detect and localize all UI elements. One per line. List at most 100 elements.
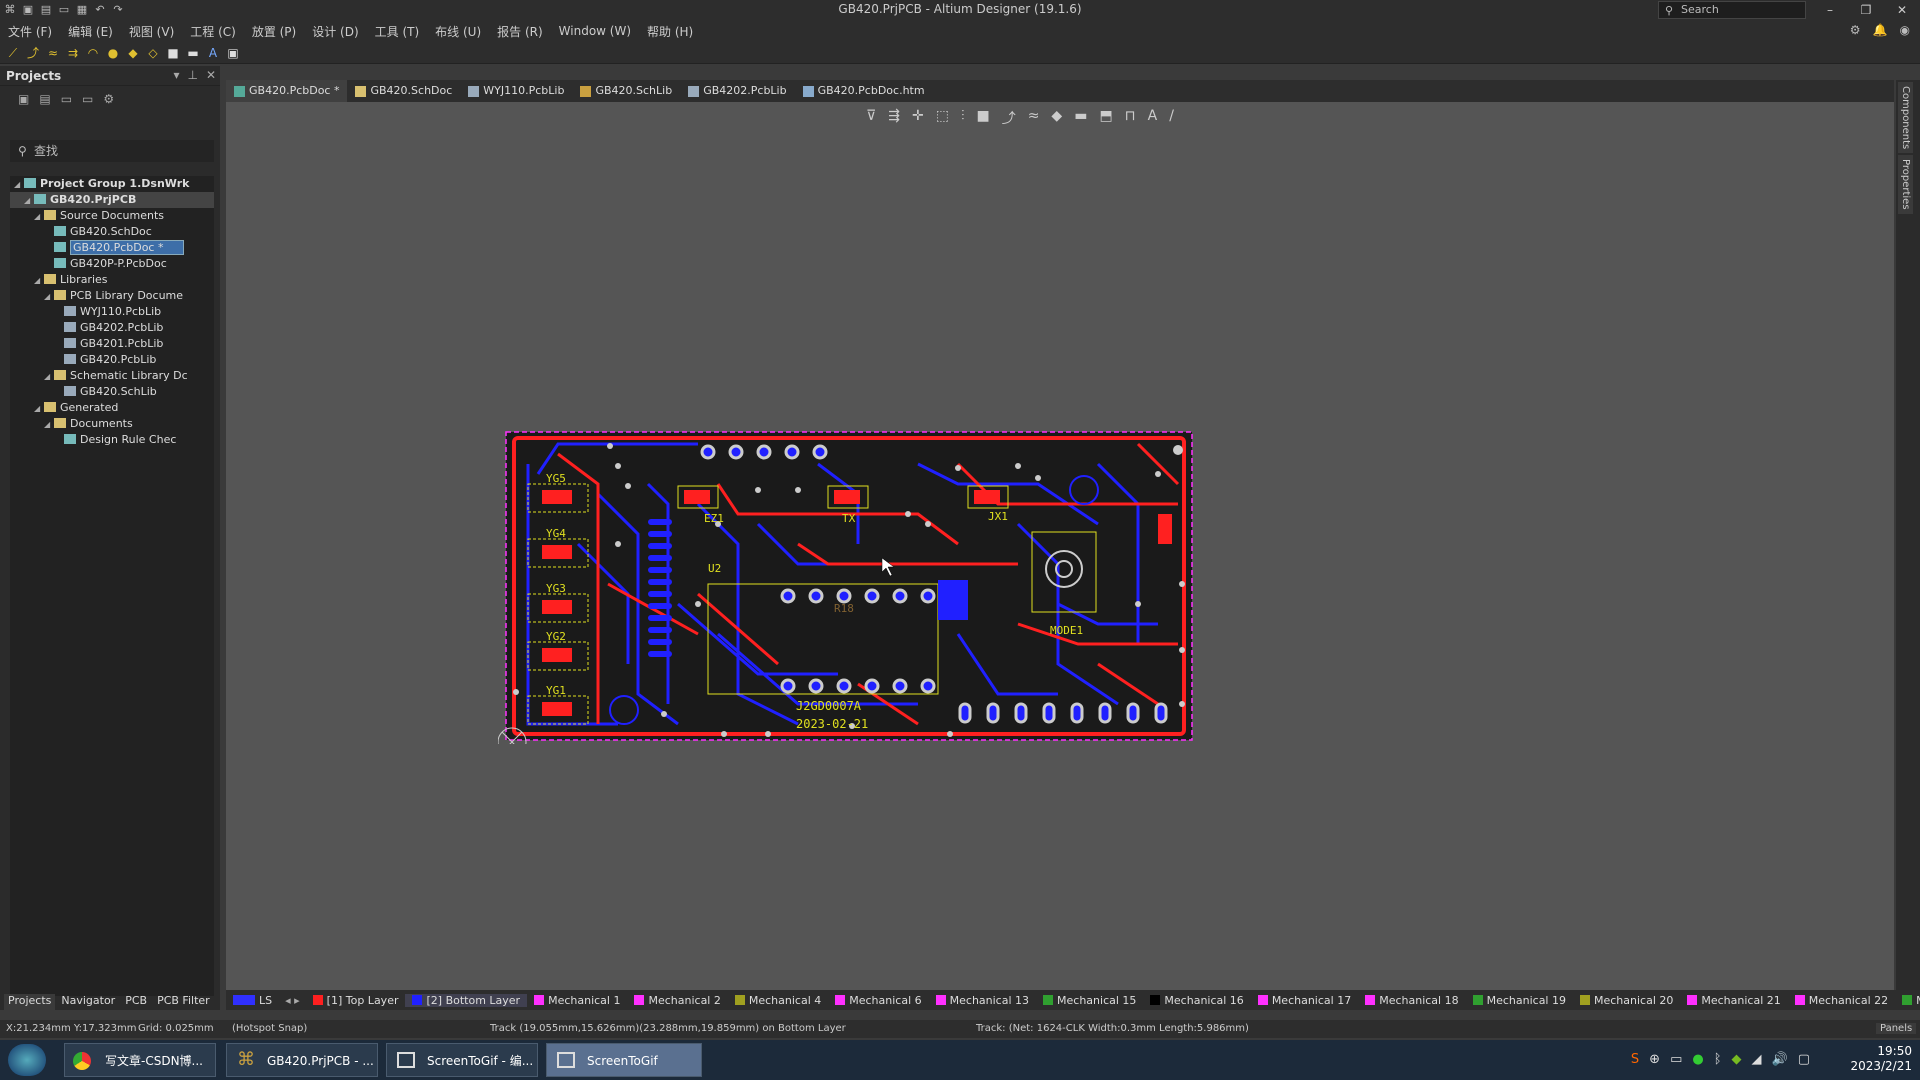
component-icon[interactable]: ▣ bbox=[226, 46, 240, 60]
wifi-icon[interactable]: ◢ bbox=[1752, 1052, 1762, 1067]
layer-tab[interactable]: Mechanical 13 bbox=[929, 994, 1036, 1007]
save-all-icon[interactable]: ▤ bbox=[40, 4, 52, 16]
pin-icon[interactable]: ⊥ bbox=[187, 68, 197, 82]
layer-tab[interactable]: Mechanical 15 bbox=[1036, 994, 1143, 1007]
action-center-icon[interactable]: ▢ bbox=[1798, 1052, 1810, 1067]
layer-tab[interactable]: Mechanical 4 bbox=[728, 994, 828, 1007]
place-pad-icon[interactable]: ◆ bbox=[1051, 108, 1062, 128]
doc-tab-htm[interactable]: GB420.PcbDoc.htm bbox=[795, 80, 933, 102]
layer-tab[interactable]: Mechanical 2 bbox=[627, 994, 727, 1007]
layer-tab[interactable]: Mechanical 17 bbox=[1251, 994, 1358, 1007]
tree-item[interactable]: GB4201.PcbLib bbox=[10, 336, 214, 352]
fill-icon[interactable]: ■ bbox=[166, 46, 180, 60]
doc-tab-pcbdoc[interactable]: GB420.PcbDoc * bbox=[226, 80, 348, 102]
doc-tab-wyj110-pcblib[interactable]: WYJ110.PcbLib bbox=[460, 80, 572, 102]
layer-tab[interactable]: Mechanical 16 bbox=[1143, 994, 1250, 1007]
dimension-icon[interactable]: ⊓ bbox=[1125, 108, 1136, 128]
menu-design[interactable]: 设计 (D) bbox=[312, 23, 358, 40]
expand-arrow-icon[interactable]: ◢ bbox=[34, 401, 44, 417]
close-panel-icon[interactable]: ✕ bbox=[206, 68, 216, 82]
notifications-icon[interactable]: 🔔 bbox=[1873, 23, 1888, 37]
volume-icon[interactable]: 🔊 bbox=[1772, 1052, 1788, 1067]
tree-item[interactable]: GB420.SchDoc bbox=[10, 224, 214, 240]
tab-navigator[interactable]: Navigator bbox=[57, 994, 119, 1010]
pcb-board[interactable]: YG5 YG4 YG3 YG2 YG1 U2 MODE1 R18 J2GD000… bbox=[498, 404, 1198, 744]
tree-item[interactable]: ◢ Project Group 1.DsnWrk bbox=[10, 176, 214, 192]
pad-icon[interactable]: ◆ bbox=[126, 46, 140, 60]
minimize-button[interactable]: – bbox=[1812, 0, 1848, 20]
place-string-icon[interactable]: A bbox=[1148, 108, 1158, 128]
doc-tab-gb4202-pcblib[interactable]: GB4202.PcbLib bbox=[680, 80, 794, 102]
doc-tab-schlib[interactable]: GB420.SchLib bbox=[572, 80, 680, 102]
tree-item[interactable]: GB420.SchLib bbox=[10, 384, 214, 400]
tab-projects[interactable]: Projects bbox=[4, 994, 56, 1010]
tree-item[interactable]: ◢ Documents bbox=[10, 416, 214, 432]
taskbar-app-chrome[interactable]: 写文章-CSDN博... bbox=[64, 1043, 216, 1077]
tree-item[interactable]: ◢ Source Documents bbox=[10, 208, 214, 224]
tree-item[interactable]: ◢ GB420.PrjPCB bbox=[10, 192, 214, 208]
layer-tab[interactable]: [1] Top Layer bbox=[306, 994, 406, 1007]
diff-pair-icon[interactable]: ≈ bbox=[46, 46, 60, 60]
user-icon[interactable]: ◉ bbox=[1900, 23, 1910, 37]
tab-pcb-filter[interactable]: PCB Filter bbox=[153, 994, 214, 1010]
place-line-icon[interactable]: / bbox=[1169, 108, 1174, 128]
menu-help[interactable]: 帮助 (H) bbox=[647, 23, 693, 40]
multi-route-icon[interactable]: ⇉ bbox=[66, 46, 80, 60]
menu-file[interactable]: 文件 (F) bbox=[8, 23, 52, 40]
menu-reports[interactable]: 报告 (R) bbox=[497, 23, 543, 40]
expand-arrow-icon[interactable]: ◢ bbox=[44, 289, 54, 305]
layer-tab[interactable]: Mechanical 19 bbox=[1466, 994, 1573, 1007]
select-area-icon[interactable]: ⬚ bbox=[936, 108, 949, 128]
project-settings-icon[interactable]: ⚙ bbox=[103, 92, 114, 106]
place-keepout-icon[interactable]: ⬒ bbox=[1099, 108, 1112, 128]
menu-view[interactable]: 视图 (V) bbox=[129, 23, 174, 40]
tree-item[interactable]: ◢ PCB Library Docume bbox=[10, 288, 214, 304]
project-search-input[interactable]: ⚲ 查找 bbox=[10, 140, 214, 162]
layer-tab[interactable]: Mechanical 1 bbox=[527, 994, 627, 1007]
text-icon[interactable]: A bbox=[206, 46, 220, 60]
select-icon[interactable]: ⇶ bbox=[888, 108, 900, 128]
clock-date[interactable]: 2023/2/21 bbox=[1850, 1059, 1912, 1074]
taskbar-app-altium[interactable]: ⌘ GB420.PrjPCB - ... bbox=[226, 1043, 378, 1077]
layer-tab[interactable]: Mechanical 20 bbox=[1573, 994, 1680, 1007]
properties-panel-tab[interactable]: Properties bbox=[1898, 155, 1913, 214]
restore-button[interactable]: ❐ bbox=[1848, 0, 1884, 20]
menu-project[interactable]: 工程 (C) bbox=[190, 23, 236, 40]
menu-place[interactable]: 放置 (P) bbox=[252, 23, 296, 40]
save-icon[interactable]: ▣ bbox=[22, 4, 34, 16]
region-icon[interactable]: ▬ bbox=[186, 46, 200, 60]
doc-tab-schdoc[interactable]: GB420.SchDoc bbox=[347, 80, 460, 102]
menu-edit[interactable]: 编辑 (E) bbox=[68, 23, 113, 40]
panel-menu-icon[interactable]: ▾ bbox=[173, 68, 179, 82]
nvidia-icon[interactable]: ◆ bbox=[1732, 1052, 1742, 1067]
layer-tab[interactable]: LS bbox=[226, 994, 279, 1007]
undo-icon[interactable]: ↶ bbox=[94, 4, 106, 16]
layer-tab[interactable]: Mechanical 6 bbox=[828, 994, 928, 1007]
taskbar-app-screentogif-editor[interactable]: ScreenToGif - 编... bbox=[386, 1043, 538, 1077]
start-button[interactable] bbox=[8, 1044, 46, 1076]
diff-pair-route-icon[interactable]: ≈ bbox=[1028, 108, 1040, 128]
open-icon[interactable]: ▭ bbox=[58, 4, 70, 16]
compile-icon[interactable]: ▤ bbox=[39, 92, 50, 106]
layer-tab[interactable]: Mec bbox=[1895, 994, 1920, 1007]
place-component-icon[interactable]: ■ bbox=[976, 108, 989, 128]
via-icon[interactable]: ● bbox=[106, 46, 120, 60]
menu-tools[interactable]: 工具 (T) bbox=[375, 23, 420, 40]
redo-icon[interactable]: ↷ bbox=[112, 4, 124, 16]
search-input[interactable]: ⚲ Search bbox=[1658, 1, 1806, 19]
close-button[interactable]: ✕ bbox=[1884, 0, 1920, 20]
input-method-icon[interactable]: S bbox=[1631, 1052, 1639, 1067]
clock-time[interactable]: 19:50 bbox=[1850, 1044, 1912, 1059]
layer-scroll-arrows-icon[interactable]: ◂ ▸ bbox=[279, 994, 306, 1007]
expand-arrow-icon[interactable]: ◢ bbox=[44, 369, 54, 385]
align-icon[interactable]: ⫶ bbox=[961, 108, 965, 128]
bluetooth-icon[interactable]: ᛒ bbox=[1714, 1052, 1722, 1067]
wechat-icon[interactable]: ● bbox=[1692, 1052, 1703, 1067]
arc-icon[interactable]: ◠ bbox=[86, 46, 100, 60]
place-fill-icon[interactable]: ▬ bbox=[1074, 108, 1087, 128]
polygon-icon[interactable]: ◇ bbox=[146, 46, 160, 60]
open-folder-icon[interactable]: ▭ bbox=[61, 92, 72, 106]
filter-icon[interactable]: ⊽ bbox=[866, 108, 876, 128]
taskbar-app-screentogif[interactable]: ScreenToGif bbox=[546, 1043, 702, 1077]
route-icon[interactable]: ⟋ bbox=[6, 46, 20, 60]
